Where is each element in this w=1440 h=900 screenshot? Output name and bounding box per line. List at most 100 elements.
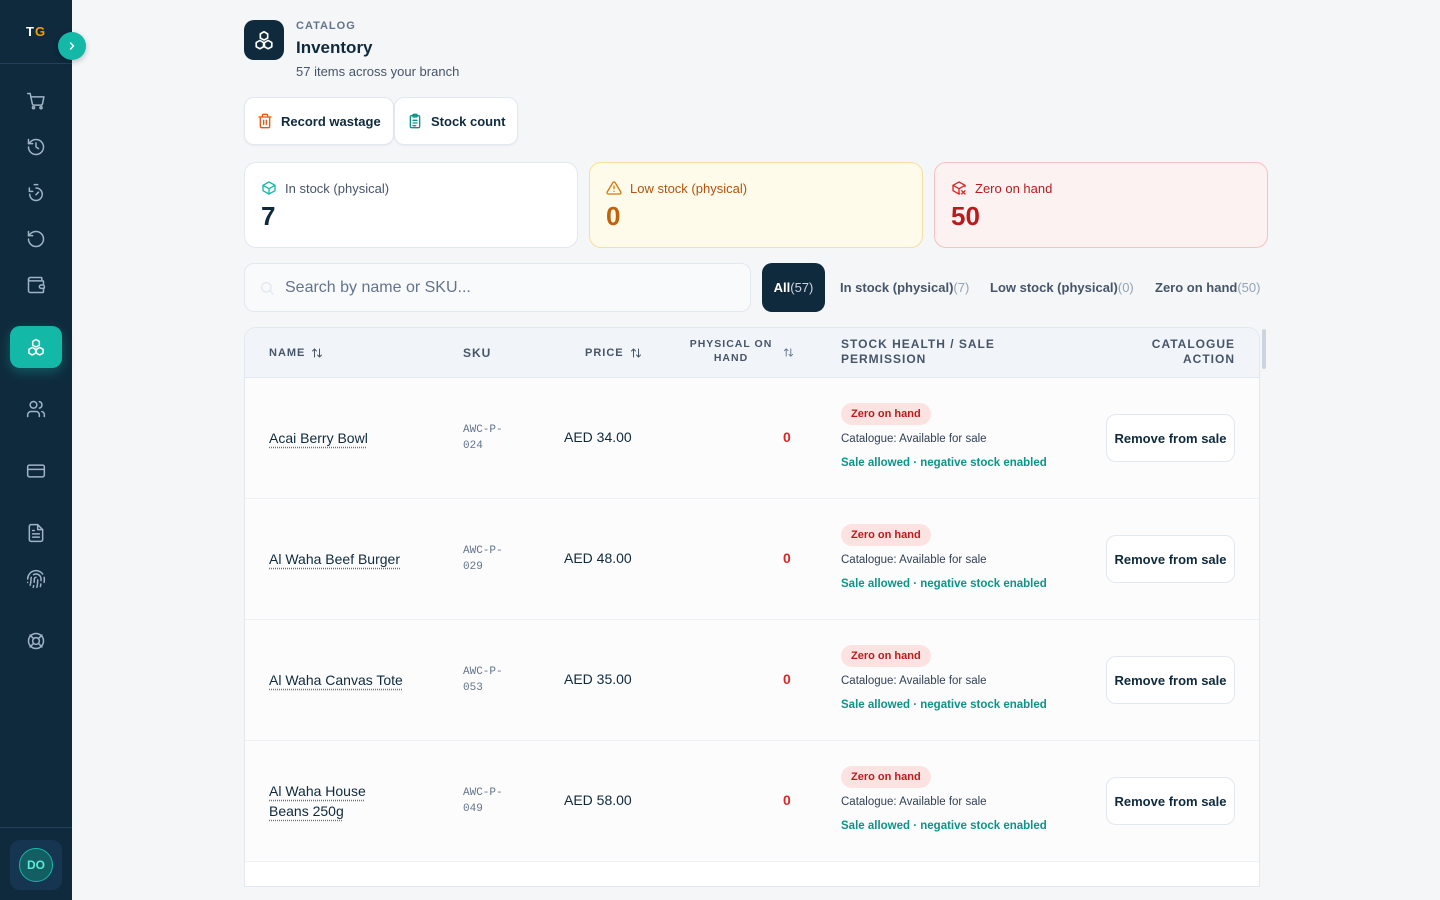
product-price: AED 58.00 [564,792,632,808]
inventory-icon [28,338,44,356]
sidebar-item-customers[interactable] [10,388,62,430]
stat-label: In stock (physical) [285,180,390,196]
user-area: DO [0,827,72,900]
column-header-name[interactable]: NAME [269,347,323,359]
filter-tab-in-stock[interactable]: In stock (physical) (7) [840,263,969,312]
sidebar: TG DO [0,0,72,900]
status-badge: Zero on hand [841,403,931,425]
table-row[interactable]: Acai Berry Bowl AWC-P- 024 AED 34.00 0 Ze… [245,378,1259,499]
sidebar-item-security[interactable] [10,558,62,600]
record-wastage-button[interactable]: Record wastage [244,97,394,145]
table-header: NAME SKU PRICE PHYSICAL ON HAND STOCK HE… [245,328,1259,378]
expand-sidebar-button[interactable] [58,32,86,60]
filter-label: Zero on hand [1155,280,1238,295]
column-header-catalogue-action: CATALOGUE ACTION [1151,337,1235,366]
refund-icon [27,230,45,248]
filter-label: All [773,280,791,295]
filter-count: (50) [1237,280,1261,295]
sidebar-item-reports[interactable] [10,512,62,554]
product-sku: AWC-P- 029 [463,545,503,573]
remove-from-sale-button[interactable]: Remove from sale [1106,777,1235,825]
product-sku: AWC-P- 024 [463,424,503,452]
catalogue-status: Catalogue: Available for sale [841,433,987,445]
physical-on-hand: 0 [783,429,791,445]
stat-value: 0 [606,201,621,231]
fingerprint-icon [26,569,46,589]
brand-logo[interactable]: TG [26,24,46,39]
timer-icon [28,183,43,202]
product-name-link[interactable]: Acai Berry Bowl [269,428,419,448]
sale-permission: Sale allowed · negative stock enabled [841,820,1047,832]
sidebar-item-cash[interactable] [10,264,62,306]
table-scrollbar[interactable] [1262,329,1266,369]
product-name-link[interactable]: Al Waha Canvas Tote [269,670,419,690]
sidebar-item-returns[interactable] [10,218,62,260]
stat-card-zero-on-hand[interactable]: Zero on hand 50 [934,162,1268,248]
package-icon [262,181,276,195]
table-row[interactable]: Al Waha Beef Burger AWC-P- 029 AED 48.00 … [245,499,1259,620]
filter-label: Low stock (physical) [990,280,1118,295]
users-icon [26,400,46,418]
sale-permission: Sale allowed · negative stock enabled [841,578,1047,590]
card-icon [26,464,46,478]
product-sku: AWC-P- 053 [463,666,503,694]
stock-count-button[interactable]: Stock count [394,97,519,145]
lifebuoy-icon [27,632,45,650]
search-box [244,263,751,312]
remove-from-sale-button[interactable]: Remove from sale [1106,414,1235,462]
sort-icon [630,348,641,358]
sidebar-item-payments[interactable] [10,450,62,492]
filter-label: In stock (physical) [840,280,954,295]
product-name-link[interactable]: Al Waha House Beans 250g [269,781,389,821]
stat-label: Zero on hand [975,180,1053,196]
cart-icon [26,92,45,110]
inventory-icon [255,30,273,50]
physical-on-hand: 0 [783,792,791,808]
product-price: AED 35.00 [564,671,632,687]
search-icon [261,282,274,295]
remove-from-sale-button[interactable]: Remove from sale [1106,535,1235,583]
physical-on-hand: 0 [783,550,791,566]
sort-icon [312,348,323,358]
filter-count: (57) [790,280,814,295]
sidebar-item-inventory[interactable] [10,326,62,368]
chevron-right-icon [69,42,75,50]
table-row[interactable]: Al Waha House Beans 250g AWC-P- 049 AED 5… [245,741,1259,862]
catalogue-status: Catalogue: Available for sale [841,675,987,687]
sidebar-item-sales[interactable] [10,80,62,122]
filter-tab-all[interactable]: All (57) [762,263,825,312]
column-header-physical-on-hand[interactable]: PHYSICAL ON HAND [685,338,777,364]
avatar[interactable]: DO [19,848,53,882]
search-input[interactable] [285,264,745,311]
table-row[interactable]: Al Waha Canvas Tote AWC-P- 053 AED 35.00 … [245,620,1259,741]
record-wastage-label: Record wastage [281,113,381,129]
stat-value: 50 [951,201,980,231]
filter-tab-zero-on-hand[interactable]: Zero on hand (50) [1155,263,1260,312]
sidebar-item-shifts[interactable] [10,172,62,214]
stat-label: Low stock (physical) [630,180,748,196]
page-subtitle: 57 items across your branch [296,64,460,79]
sidebar-item-support[interactable] [10,620,62,662]
sale-permission: Sale allowed · negative stock enabled [841,699,1047,711]
sort-icon[interactable] [783,347,794,358]
stat-card-low-stock[interactable]: Low stock (physical) 0 [589,162,923,248]
product-name-link[interactable]: Al Waha Beef Burger [269,549,419,569]
package-x-icon [952,181,966,195]
status-badge: Zero on hand [841,524,931,546]
document-icon [28,523,44,543]
filter-tab-low-stock[interactable]: Low stock (physical) (0) [990,263,1134,312]
stat-card-in-stock[interactable]: In stock (physical) 7 [244,162,578,248]
product-price: AED 34.00 [564,429,632,445]
status-badge: Zero on hand [841,766,931,788]
catalogue-status: Catalogue: Available for sale [841,554,987,566]
user-menu[interactable]: DO [10,840,62,890]
page-eyebrow: CATALOG [296,20,356,32]
status-badge: Zero on hand [841,645,931,667]
filter-count: (7) [953,280,970,295]
sale-permission: Sale allowed · negative stock enabled [841,457,1047,469]
column-header-price[interactable]: PRICE [585,347,642,359]
wallet-icon [27,276,46,294]
sidebar-item-history[interactable] [10,126,62,168]
remove-from-sale-button[interactable]: Remove from sale [1106,656,1235,704]
inventory-table: NAME SKU PRICE PHYSICAL ON HAND STOCK HE… [244,327,1260,887]
